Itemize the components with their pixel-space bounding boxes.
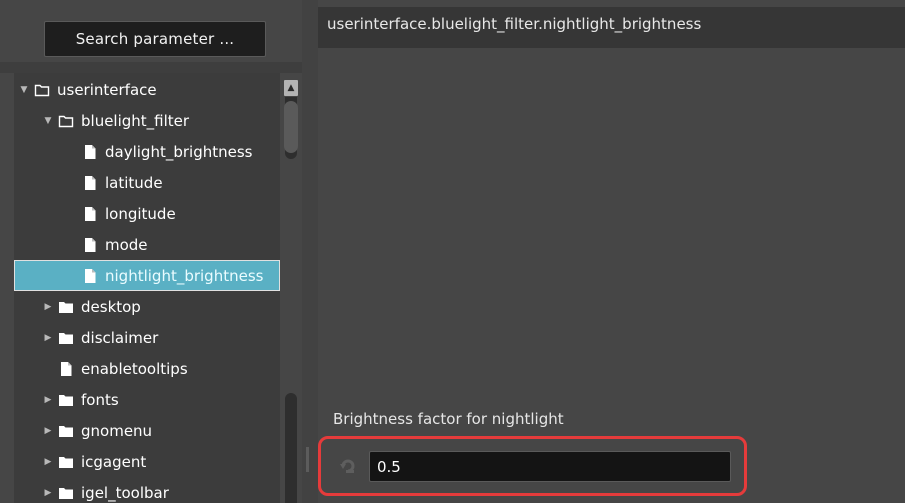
tree-item-label: icgagent (81, 452, 147, 471)
file-icon (82, 144, 98, 160)
tree-item-icgagent[interactable]: ▶ icgagent (14, 446, 280, 477)
reset-icon[interactable] (338, 456, 358, 476)
file-icon (58, 361, 74, 377)
collapse-arrow-icon[interactable]: ▶ (42, 395, 54, 405)
left-panel: Search parameter ... ▼ userinterface ▼ blue… (0, 0, 305, 503)
folder-icon (58, 454, 74, 470)
tree-item-bluelight-filter[interactable]: ▼ bluelight_filter (14, 105, 280, 136)
tree-item-label: mode (105, 235, 148, 254)
tree-item-label: nightlight_brightness (105, 266, 264, 285)
tree-item-fonts[interactable]: ▶ fonts (14, 384, 280, 415)
tree-item-daylight-brightness[interactable]: daylight_brightness (14, 136, 280, 167)
parameter-label: Brightness factor for nightlight (333, 410, 564, 428)
collapse-arrow-icon[interactable]: ▶ (42, 457, 54, 467)
file-icon (82, 237, 98, 253)
collapse-arrow-icon[interactable]: ▶ (42, 333, 54, 343)
tree-scrollbar[interactable]: ▲ (280, 73, 302, 503)
panel-separator (0, 62, 305, 73)
file-icon (82, 268, 98, 284)
tree-item-igel-toolbar[interactable]: ▶ igel_toolbar (14, 477, 280, 503)
tree-item-label: bluelight_filter (81, 111, 190, 130)
tree-item-nightlight-brightness[interactable]: nightlight_brightness (14, 260, 280, 291)
folder-icon (58, 392, 74, 408)
folder-open-icon (34, 82, 50, 98)
expand-arrow-icon[interactable]: ▼ (18, 85, 30, 95)
scrollbar-track-lower[interactable] (285, 393, 297, 503)
folder-icon (58, 485, 74, 501)
tree-item-enabletooltips[interactable]: enabletooltips (14, 353, 280, 384)
tree-item-mode[interactable]: mode (14, 229, 280, 260)
tree-item-label: userinterface (57, 80, 157, 99)
parameter-tree[interactable]: ▼ userinterface ▼ bluelight_filter daylight_… (14, 73, 280, 503)
file-icon (82, 175, 98, 191)
tree-item-label: longitude (105, 204, 176, 223)
tree-item-label: fonts (81, 390, 119, 409)
collapse-arrow-icon[interactable]: ▶ (42, 488, 54, 498)
collapse-arrow-icon[interactable]: ▶ (42, 426, 54, 436)
scroll-up-button[interactable]: ▲ (284, 80, 298, 96)
tree-item-label: enabletooltips (81, 359, 188, 378)
scrollbar-thumb[interactable] (284, 101, 298, 153)
tree-item-longitude[interactable]: longitude (14, 198, 280, 229)
expand-arrow-icon[interactable]: ▼ (42, 116, 54, 126)
parameter-value-input[interactable] (369, 451, 731, 482)
file-icon (82, 206, 98, 222)
tree-item-latitude[interactable]: latitude (14, 167, 280, 198)
search-area: Search parameter ... (0, 0, 305, 62)
tree-item-disclaimer[interactable]: ▶ disclaimer (14, 322, 280, 353)
folder-icon (58, 423, 74, 439)
collapse-arrow-icon[interactable]: ▶ (42, 302, 54, 312)
tree-item-label: latitude (105, 173, 163, 192)
search-parameter-button[interactable]: Search parameter ... (44, 21, 266, 57)
panel-splitter[interactable] (302, 0, 318, 503)
tree-item-label: gnomenu (81, 421, 153, 440)
folder-open-icon (58, 113, 74, 129)
tree-item-label: disclaimer (81, 328, 159, 347)
right-panel: userinterface.bluelight_filter.nightligh… (318, 0, 905, 503)
tree-item-gnomenu[interactable]: ▶ gnomenu (14, 415, 280, 446)
tree-item-label: igel_toolbar (81, 483, 169, 502)
splitter-handle[interactable] (306, 447, 309, 472)
tree-item-label: daylight_brightness (105, 142, 253, 161)
tree-item-userinterface[interactable]: ▼ userinterface (14, 74, 280, 105)
tree-item-label: desktop (81, 297, 141, 316)
folder-icon (58, 330, 74, 346)
folder-icon (58, 299, 74, 315)
tree-item-desktop[interactable]: ▶ desktop (14, 291, 280, 322)
parameter-path: userinterface.bluelight_filter.nightligh… (318, 7, 905, 48)
